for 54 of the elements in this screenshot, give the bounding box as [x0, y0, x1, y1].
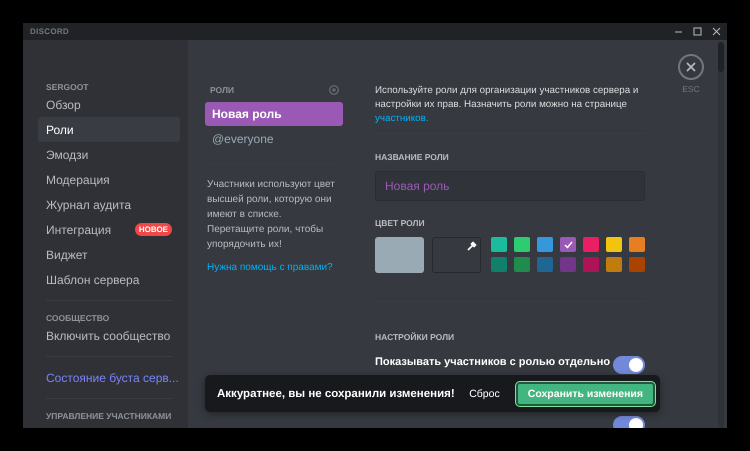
- notice-text: Аккуратнее, вы не сохранили изменения!: [217, 388, 456, 400]
- sidebar-item[interactable]: Интеграция НОВОЕ: [38, 217, 180, 242]
- color-swatch[interactable]: [629, 237, 645, 252]
- setting-label: Показывать участников с ролью отдельно: [375, 356, 610, 368]
- field-label: НАЗВАНИЕ РОЛИ: [375, 152, 450, 162]
- role-item[interactable]: @everyone: [205, 127, 343, 151]
- close-icon: [686, 62, 696, 72]
- esc-label: ESC: [682, 84, 700, 94]
- color-swatch[interactable]: [560, 257, 576, 272]
- field-label: ЦВЕТ РОЛИ: [375, 218, 426, 228]
- color-swatch[interactable]: [629, 257, 645, 272]
- color-swatch[interactable]: [606, 237, 622, 252]
- sidebar-item[interactable]: Роли: [38, 117, 180, 142]
- color-swatch[interactable]: [583, 237, 599, 252]
- toggle-switch[interactable]: [613, 356, 645, 374]
- sidebar-item[interactable]: Журнал аудита: [38, 192, 180, 217]
- custom-color-swatch[interactable]: [432, 237, 481, 273]
- scrollbar[interactable]: [718, 42, 724, 428]
- color-swatch[interactable]: [537, 237, 553, 252]
- default-color-swatch[interactable]: [375, 237, 424, 273]
- color-swatch[interactable]: [537, 257, 553, 272]
- new-badge: НОВОЕ: [134, 223, 172, 236]
- role-item[interactable]: Новая роль: [205, 102, 343, 126]
- eyedropper-icon: [467, 241, 477, 251]
- color-swatch[interactable]: [514, 237, 530, 252]
- color-swatch[interactable]: [491, 237, 507, 252]
- window-title: DISCORD: [30, 27, 69, 36]
- add-icon[interactable]: [329, 85, 339, 95]
- sidebar-item[interactable]: Включить сообщество: [38, 323, 180, 348]
- sidebar-item[interactable]: Модерация: [38, 167, 180, 192]
- section-header: СООБЩЕСТВО: [45, 312, 110, 323]
- sidebar-item[interactable]: Виджет: [38, 242, 180, 267]
- sidebar-item[interactable]: Состояние буста серв...: [38, 365, 180, 390]
- close-icon[interactable]: [712, 27, 721, 36]
- check-icon: [564, 240, 572, 248]
- section-header: SERGOOT: [45, 81, 90, 92]
- reset-button[interactable]: Сброс: [463, 384, 506, 404]
- sidebar-item[interactable]: Эмодзи: [38, 142, 180, 167]
- color-swatch[interactable]: [583, 257, 599, 272]
- close-button[interactable]: [678, 54, 704, 80]
- intro-text: Используйте роли для организации участников сервера и настройки их прав. Назначить роли можно на странице участников.: [375, 84, 640, 126]
- members-link[interactable]: участников.: [375, 113, 428, 124]
- color-swatch[interactable]: [491, 257, 507, 272]
- sidebar-item[interactable]: Шаблон сервера: [38, 267, 180, 292]
- sidebar-item[interactable]: Обзор: [38, 92, 180, 117]
- section-label: НАСТРОЙКИ РОЛИ: [375, 332, 456, 342]
- maximize-icon[interactable]: [693, 27, 702, 36]
- color-swatch[interactable]: [560, 237, 576, 252]
- color-swatch[interactable]: [606, 257, 622, 272]
- color-swatch[interactable]: [514, 257, 530, 272]
- help-link[interactable]: Нужна помощь с правами?: [207, 262, 341, 273]
- section-header: УПРАВЛЕНИЕ УЧАСТНИКАМИ: [45, 410, 172, 421]
- roles-header: РОЛИ: [210, 85, 234, 95]
- roles-hint: Участники используют цвет высшей роли, которую они имеют в списке. Перетащите роли, чтобы упорядочить их!: [206, 178, 336, 252]
